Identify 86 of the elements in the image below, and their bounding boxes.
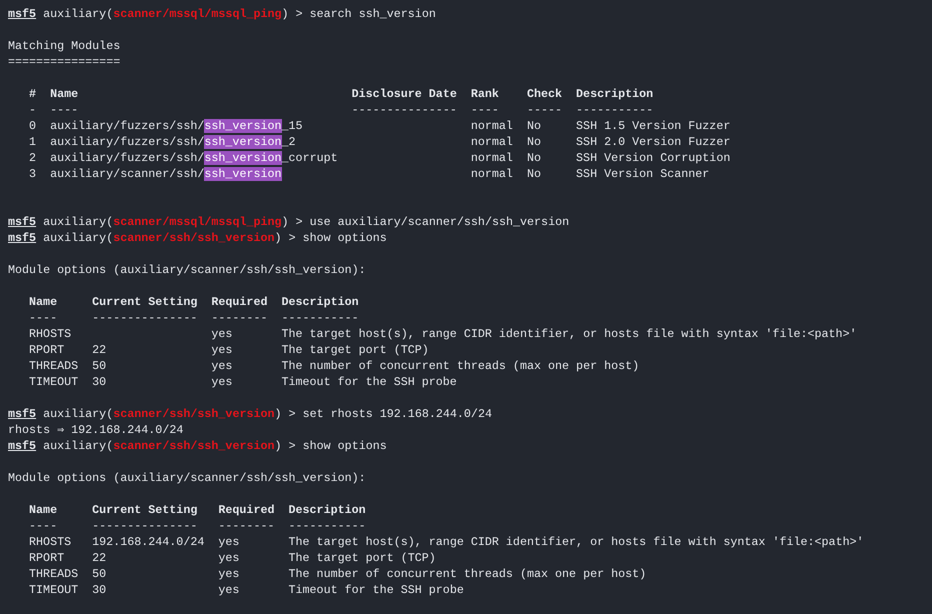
header-underline: ----------- [281, 311, 359, 325]
column-header: Required [211, 295, 268, 309]
table-cell: The target host(s), range CIDR identifier, or hosts file with syntax 'file:<path>' [288, 534, 864, 550]
table-cell-text: 1 [29, 134, 38, 150]
column-header: # [29, 87, 36, 101]
table-cell: auxiliary/scanner/ssh/ssh_version [50, 167, 282, 181]
table-cell-text: 192.168.244.0/24 [92, 534, 206, 550]
table-cell-text: RPORT [29, 342, 66, 358]
header-underline: -------- [218, 519, 274, 533]
table-cell-text: normal [470, 134, 514, 150]
table-cell-text: normal [470, 118, 514, 134]
command-line: msf5 auxiliary(scanner/mssql/mssql_ping) > search ssh_version [8, 7, 436, 21]
table-cell: The target port (TCP) [281, 342, 429, 358]
table-cell-text: No [526, 166, 542, 182]
column-header: Current Setting [92, 503, 198, 517]
table-cell: SSH 1.5 Version Fuzzer [576, 118, 730, 134]
table-cell: Timeout for the SSH probe [281, 374, 457, 390]
table-cell-text: 22 [92, 342, 108, 358]
table-cell: The number of concurrent threads (max one per host) [288, 566, 646, 582]
column-header: Check [526, 87, 562, 101]
command-line: msf5 auxiliary(scanner/mssql/mssql_ping) > use auxiliary/scanner/ssh/ssh_version [8, 215, 570, 229]
table-cell-text: 30 [92, 582, 108, 598]
table-cell-text: RHOSTS [29, 534, 72, 550]
table-cell-text: RHOSTS [29, 326, 72, 342]
table-cell: Timeout for the SSH probe [288, 582, 464, 598]
header-underline: ----------- [576, 103, 654, 117]
table-cell-text: yes [211, 326, 234, 342]
header-underline: --------------- [92, 519, 198, 533]
column-header: Current Setting [92, 295, 198, 309]
table-cell-text: yes [218, 566, 240, 582]
table-cell-text: yes [211, 342, 234, 358]
table-cell-text: normal [470, 166, 514, 182]
header-underline: - [29, 103, 36, 117]
table-cell-text: normal [470, 150, 514, 166]
header-underline: ---- [29, 519, 58, 533]
command-line: msf5 auxiliary(scanner/ssh/ssh_version) > set rhosts 192.168.244.0/24 [8, 407, 492, 421]
command-line: msf5 auxiliary(scanner/ssh/ssh_version) > show options [8, 231, 387, 245]
table-cell: The number of concurrent threads (max one per host) [281, 358, 640, 374]
column-header: Required [218, 503, 274, 517]
table-cell-text: TIMEOUT [29, 582, 80, 598]
output-line: ================ [8, 55, 120, 69]
table-cell-text: THREADS [29, 566, 80, 582]
table-cell-text: RPORT [29, 550, 66, 566]
header-underline: ---- [29, 311, 58, 325]
output-line: Module options (auxiliary/scanner/ssh/ssh_version): [8, 263, 366, 277]
column-header: Name [29, 295, 58, 309]
header-underline: --------------- [92, 311, 198, 325]
table-cell-text: No [526, 134, 542, 150]
table-cell: SSH Version Scanner [576, 166, 710, 182]
column-header: Disclosure Date [352, 87, 457, 101]
table-cell-text: 0 [29, 118, 38, 134]
header-underline: ----------- [288, 519, 366, 533]
column-header: Description [576, 87, 654, 101]
table-cell-text: 50 [92, 566, 108, 582]
column-header: Description [288, 503, 366, 517]
output-line: Matching Modules [8, 39, 120, 53]
column-header: Name [50, 87, 78, 101]
table-cell-text: 3 [29, 166, 38, 182]
column-header: Description [281, 295, 359, 309]
header-underline: ----- [526, 103, 562, 117]
table-cell-text: No [526, 150, 542, 166]
table-cell-text: THREADS [29, 358, 80, 374]
output-line: rhosts ⇒ 192.168.244.0/24 [8, 423, 184, 437]
header-underline: --------------- [352, 103, 457, 117]
column-header: Rank [470, 87, 499, 101]
table-cell-text: 22 [92, 550, 108, 566]
table-cell-text: 30 [92, 374, 108, 390]
table-cell-text: TIMEOUT [29, 374, 80, 390]
output-line: Module options (auxiliary/scanner/ssh/ssh_version): [8, 471, 366, 485]
table-cell: The target host(s), range CIDR identifier, or hosts file with syntax 'file:<path>' [281, 326, 857, 342]
command-line: msf5 auxiliary(scanner/ssh/ssh_version) > show options [8, 439, 387, 453]
header-underline: -------- [211, 311, 268, 325]
column-header: Name [29, 503, 58, 517]
table-cell-text: 50 [92, 358, 108, 374]
table-cell-text: yes [218, 550, 240, 566]
table-cell: SSH 2.0 Version Fuzzer [576, 134, 730, 150]
header-underline: ---- [50, 103, 78, 117]
table-cell-text: 2 [29, 150, 38, 166]
table-cell: SSH Version Corruption [576, 150, 730, 166]
header-underline: ---- [470, 103, 499, 117]
table-cell: The target port (TCP) [288, 550, 436, 566]
table-cell-text: yes [211, 358, 234, 374]
table-cell-text: No [526, 118, 542, 134]
table-cell-text: yes [218, 534, 240, 550]
table-cell-text: yes [218, 582, 240, 598]
table-cell-text: yes [211, 374, 234, 390]
